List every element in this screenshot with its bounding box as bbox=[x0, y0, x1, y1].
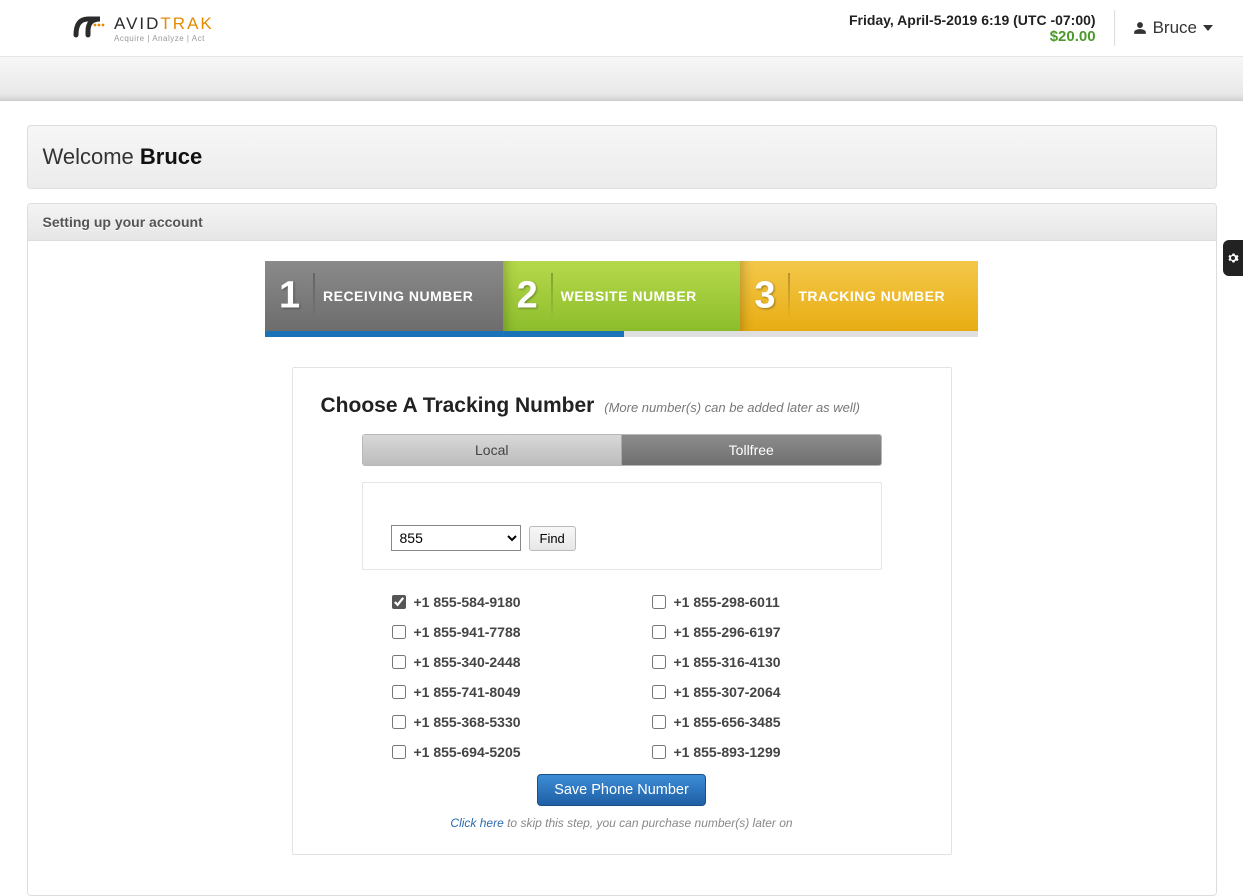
number-option[interactable]: +1 855-656-3485 bbox=[652, 714, 852, 730]
tab-local[interactable]: Local bbox=[363, 435, 623, 465]
datetime-text: Friday, April-5-2019 6:19 (UTC -07:00) bbox=[849, 12, 1096, 28]
divider bbox=[1114, 10, 1115, 46]
tracking-number-card: Choose A Tracking Number (More number(s)… bbox=[292, 367, 952, 855]
number-label: +1 855-656-3485 bbox=[674, 714, 781, 730]
step-number: 1 bbox=[279, 275, 301, 318]
top-bar: AVIDTRAK Acquire | Analyze | Act Friday,… bbox=[0, 0, 1243, 57]
brand-tagline: Acquire | Analyze | Act bbox=[114, 34, 214, 43]
number-label: +1 855-296-6197 bbox=[674, 624, 781, 640]
user-name: Bruce bbox=[1153, 18, 1197, 38]
logo-icon bbox=[70, 11, 110, 45]
number-label: +1 855-307-2064 bbox=[674, 684, 781, 700]
skip-step-text: Click here to skip this step, you can pu… bbox=[321, 816, 923, 830]
brand-text-primary: AVID bbox=[114, 14, 160, 33]
number-option[interactable]: +1 855-893-1299 bbox=[652, 744, 852, 760]
number-option[interactable]: +1 855-941-7788 bbox=[392, 624, 592, 640]
chevron-down-icon bbox=[1203, 25, 1213, 31]
number-checkbox[interactable] bbox=[652, 715, 666, 729]
number-list: +1 855-584-9180 +1 855-298-6011 +1 855-941… bbox=[392, 594, 852, 760]
number-checkbox[interactable] bbox=[392, 715, 406, 729]
number-checkbox[interactable] bbox=[392, 745, 406, 759]
step-tracking-number[interactable]: 3 TRACKING NUMBER bbox=[740, 261, 978, 331]
number-checkbox[interactable] bbox=[652, 685, 666, 699]
number-checkbox[interactable] bbox=[652, 745, 666, 759]
setup-heading: Setting up your account bbox=[28, 204, 1216, 241]
card-title: Choose A Tracking Number bbox=[321, 394, 595, 417]
welcome-panel: Welcome Bruce bbox=[27, 125, 1217, 189]
save-phone-button[interactable]: Save Phone Number bbox=[537, 774, 706, 806]
header-gradient-strip bbox=[0, 57, 1243, 101]
welcome-username: Bruce bbox=[140, 144, 202, 169]
card-subtitle: (More number(s) can be added later as we… bbox=[604, 400, 860, 415]
number-option[interactable]: +1 855-694-5205 bbox=[392, 744, 592, 760]
number-option[interactable]: +1 855-296-6197 bbox=[652, 624, 852, 640]
find-button[interactable]: Find bbox=[529, 526, 576, 551]
step-label: RECEIVING NUMBER bbox=[323, 288, 473, 304]
number-label: +1 855-298-6011 bbox=[674, 594, 780, 610]
number-checkbox[interactable] bbox=[652, 625, 666, 639]
number-option[interactable]: +1 855-307-2064 bbox=[652, 684, 852, 700]
number-option[interactable]: +1 855-298-6011 bbox=[652, 594, 852, 610]
step-number: 3 bbox=[754, 275, 776, 318]
step-number: 2 bbox=[517, 275, 539, 318]
number-checkbox[interactable] bbox=[652, 655, 666, 669]
logo[interactable]: AVIDTRAK Acquire | Analyze | Act bbox=[70, 11, 214, 45]
number-option[interactable]: +1 855-316-4130 bbox=[652, 654, 852, 670]
skip-link[interactable]: Click here bbox=[450, 816, 503, 830]
number-label: +1 855-893-1299 bbox=[674, 744, 781, 760]
number-option[interactable]: +1 855-368-5330 bbox=[392, 714, 592, 730]
number-checkbox[interactable] bbox=[652, 595, 666, 609]
prefix-search-box: 855 Find bbox=[362, 482, 882, 570]
gear-icon bbox=[1227, 252, 1239, 264]
number-option[interactable]: +1 855-584-9180 bbox=[392, 594, 592, 610]
number-label: +1 855-941-7788 bbox=[414, 624, 521, 640]
user-menu[interactable]: Bruce bbox=[1133, 18, 1213, 38]
step-website-number[interactable]: 2 WEBSITE NUMBER bbox=[503, 261, 741, 331]
steps-progress-bar bbox=[265, 331, 978, 337]
step-label: WEBSITE NUMBER bbox=[561, 288, 697, 304]
number-checkbox[interactable] bbox=[392, 625, 406, 639]
number-label: +1 855-316-4130 bbox=[674, 654, 781, 670]
prefix-select[interactable]: 855 bbox=[391, 525, 521, 551]
setup-steps: 1 RECEIVING NUMBER 2 WEBSITE NUMBER 3 TR… bbox=[265, 261, 978, 331]
step-receiving-number[interactable]: 1 RECEIVING NUMBER bbox=[265, 261, 503, 331]
skip-suffix: to skip this step, you can purchase numb… bbox=[504, 816, 793, 830]
setup-panel: Setting up your account 1 RECEIVING NUMB… bbox=[27, 203, 1217, 896]
user-icon bbox=[1133, 21, 1147, 35]
number-option[interactable]: +1 855-340-2448 bbox=[392, 654, 592, 670]
number-type-tabs: Local Tollfree bbox=[362, 434, 882, 466]
tab-tollfree[interactable]: Tollfree bbox=[622, 435, 881, 465]
balance-text: $20.00 bbox=[849, 28, 1096, 45]
number-label: +1 855-584-9180 bbox=[414, 594, 521, 610]
number-checkbox[interactable] bbox=[392, 595, 406, 609]
step-label: TRACKING NUMBER bbox=[798, 288, 945, 304]
number-label: +1 855-741-8049 bbox=[414, 684, 521, 700]
top-right: Friday, April-5-2019 6:19 (UTC -07:00) $… bbox=[849, 10, 1213, 46]
number-label: +1 855-694-5205 bbox=[414, 744, 521, 760]
number-option[interactable]: +1 855-741-8049 bbox=[392, 684, 592, 700]
brand-text-secondary: TRAK bbox=[160, 14, 213, 33]
floating-widget-tab[interactable] bbox=[1223, 240, 1243, 276]
number-checkbox[interactable] bbox=[392, 655, 406, 669]
number-label: +1 855-340-2448 bbox=[414, 654, 521, 670]
number-label: +1 855-368-5330 bbox=[414, 714, 521, 730]
welcome-prefix: Welcome bbox=[43, 144, 140, 169]
number-checkbox[interactable] bbox=[392, 685, 406, 699]
